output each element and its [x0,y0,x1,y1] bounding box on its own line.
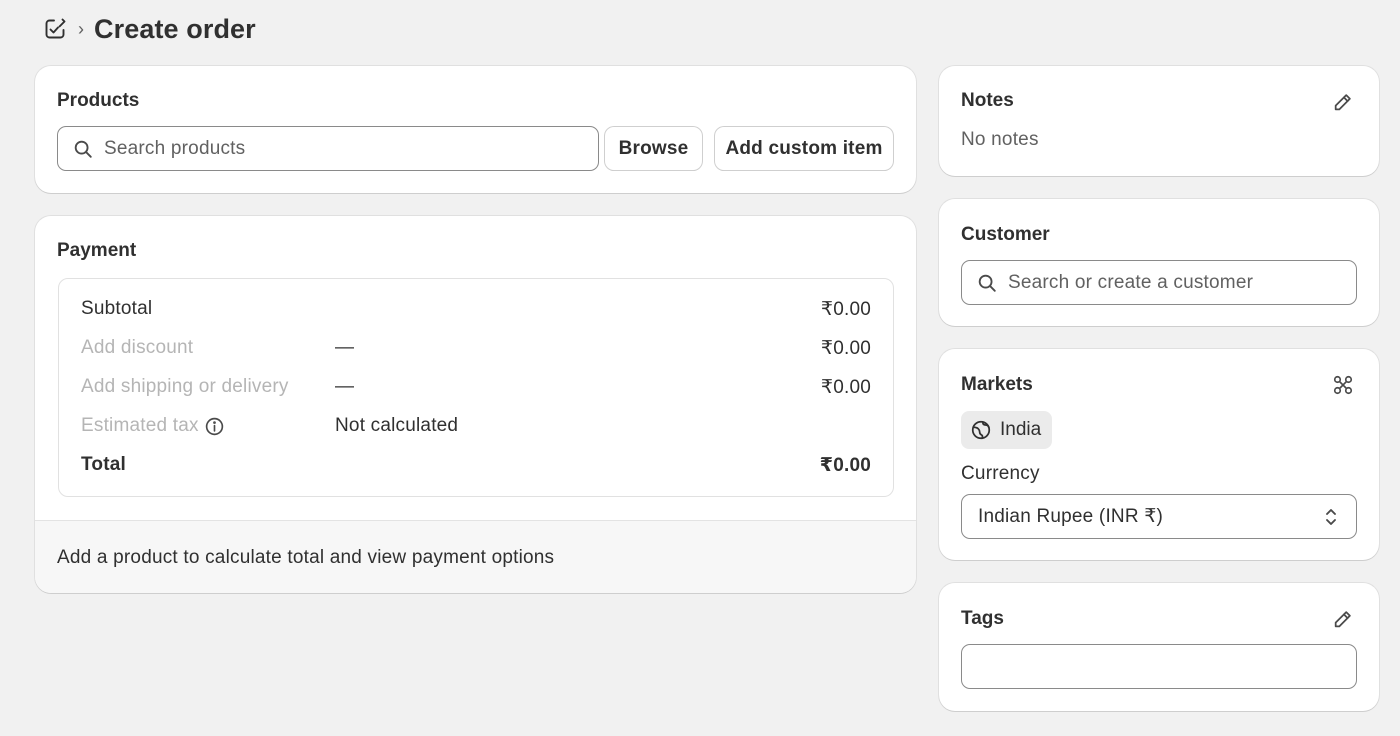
add-custom-item-button[interactable]: Add custom item [715,127,893,170]
discount-row: Add discount — ₹0.00 [59,333,893,363]
total-row: Total ₹0.00 [59,450,893,480]
select-chevron-icon [1326,509,1336,525]
currency-label: Currency [961,463,1040,484]
products-card: Products Search products Browse Add cust… [35,66,916,193]
total-amount: ₹0.00 [819,455,871,476]
payment-summary: Subtotal ₹0.00 Add discount — ₹0.00 Add … [58,278,894,497]
edit-notes-pencil-icon[interactable] [1329,88,1357,116]
markets-icon[interactable] [1329,371,1357,399]
tags-title: Tags [961,608,1004,629]
add-discount-link[interactable]: Add discount [81,337,193,359]
search-icon [978,274,996,292]
payment-footer-text: Add a product to calculate total and vie… [57,547,555,568]
markets-title: Markets [961,374,1033,395]
total-label: Total [81,454,126,475]
payment-card: Payment Subtotal ₹0.00 Add discount — ₹0… [35,216,916,593]
shipping-amount: ₹0.00 [820,377,871,398]
orders-edit-icon[interactable] [42,16,68,42]
search-icon [74,140,92,158]
subtotal-amount: ₹0.00 [820,299,871,320]
search-customer-input[interactable]: Search or create a customer [961,260,1357,305]
edit-tags-pencil-icon[interactable] [1329,605,1357,633]
page-title: Create order [94,13,256,44]
shipping-row: Add shipping or delivery — ₹0.00 [59,372,893,402]
subtotal-row: Subtotal ₹0.00 [59,294,893,324]
customer-title: Customer [961,224,1050,245]
search-customer-placeholder: Search or create a customer [1008,271,1254,293]
tags-input[interactable] [961,644,1357,689]
notes-title: Notes [961,90,1014,111]
payment-title: Payment [57,240,137,261]
subtotal-label: Subtotal [81,298,153,319]
discount-amount: ₹0.00 [820,338,871,359]
payment-footer: Add a product to calculate total and vie… [35,520,916,593]
market-name: India [1000,419,1042,440]
search-products-placeholder: Search products [104,137,246,159]
add-shipping-link[interactable]: Add shipping or delivery [81,376,289,398]
breadcrumb-separator: › [78,19,84,39]
discount-value: — [335,337,355,358]
tax-row: Estimated tax Not calculated [59,411,893,441]
tax-value: Not calculated [335,415,459,436]
search-products-input[interactable]: Search products [57,126,599,171]
info-icon[interactable] [204,416,225,443]
browse-button[interactable]: Browse [605,127,702,170]
notes-value: No notes [961,129,1039,150]
tags-card: Tags [939,583,1379,711]
page-header: › Create order [42,10,256,48]
notes-card: Notes No notes [939,66,1379,176]
market-badge: India [961,411,1053,449]
currency-value: Indian Rupee (INR ₹) [978,506,1164,527]
products-title: Products [57,90,140,111]
shipping-value: — [335,376,355,397]
currency-select[interactable]: Indian Rupee (INR ₹) [961,494,1357,539]
customer-card: Customer Search or create a customer [939,199,1379,326]
markets-card: Markets India Currency Indian Rupee (INR… [939,349,1379,560]
globe-icon [971,420,991,440]
estimated-tax-label: Estimated tax [81,415,199,436]
